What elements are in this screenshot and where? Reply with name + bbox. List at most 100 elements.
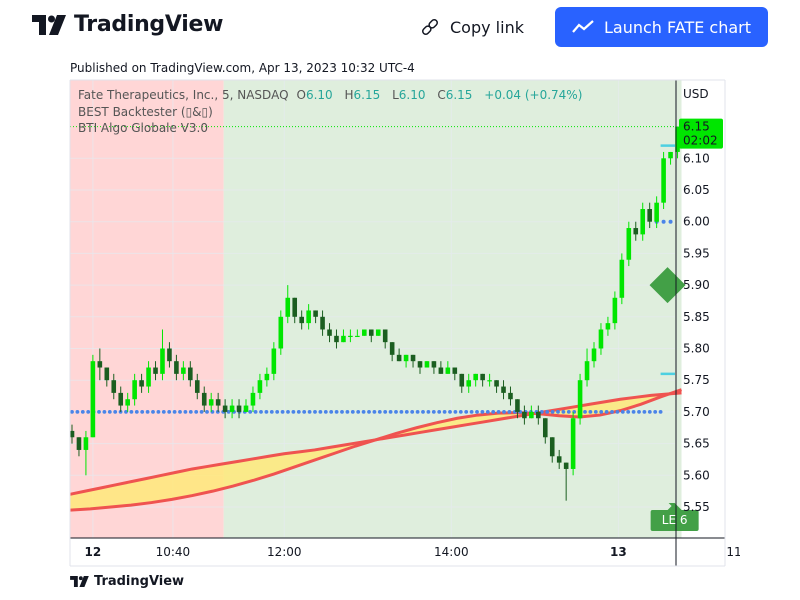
candle-down — [431, 361, 437, 368]
last-price-value: 6.15 — [683, 120, 710, 134]
stop-level-dot — [626, 410, 631, 414]
stop-level-dot — [561, 410, 566, 414]
stop-level-dot — [448, 410, 452, 414]
candle-down — [299, 316, 304, 324]
launch-chart-button[interactable]: Launch FATE chart — [555, 7, 768, 47]
stop-level-dot — [161, 410, 166, 414]
stop-level-dot — [102, 410, 107, 414]
legend-indicator-2: BTI Algo Globale V3.0 — [78, 121, 208, 135]
stop-level-dot — [80, 410, 85, 414]
legend-open: 6.10 — [306, 88, 333, 102]
candle-down — [201, 392, 207, 406]
stop-level-dot — [426, 410, 431, 414]
stop-level-dot — [361, 410, 366, 414]
candle-up — [375, 329, 381, 336]
legend-o-label: O — [297, 88, 306, 102]
footer-logo[interactable]: TradingView — [70, 574, 184, 589]
stop-level-dot — [248, 410, 253, 414]
stop-level-dot — [415, 410, 420, 414]
stop-level-dot — [615, 410, 620, 414]
candle-down — [633, 228, 639, 235]
stop-level-dot — [458, 410, 463, 414]
last-price-countdown: 02:02 — [683, 134, 718, 148]
chart[interactable]: LE 6 USD 5.55 5.60 5.65 5.70 5.75 5.80 5.85 5.90… — [60, 54, 740, 600]
candle-up — [591, 348, 597, 362]
candle-up — [90, 361, 96, 438]
stop-level-dot — [323, 410, 328, 414]
stop-level-dot — [593, 410, 598, 414]
stop-level-dot — [410, 410, 415, 414]
candle-down — [139, 380, 144, 387]
candle-down — [556, 456, 562, 463]
candle-up — [355, 335, 360, 338]
stop-level-dot — [296, 410, 301, 414]
candle-up — [264, 373, 270, 381]
stop-level-dot — [604, 410, 609, 414]
stop-level-dot — [113, 410, 118, 414]
candle-down — [417, 361, 423, 368]
stop-level-dot — [194, 410, 199, 414]
stop-level-dot — [145, 410, 150, 414]
candle-down — [111, 380, 117, 393]
stop-level-dot — [275, 410, 280, 414]
stop-level-dot — [453, 410, 458, 414]
target-dot — [668, 219, 673, 224]
candle-down — [382, 329, 388, 343]
candle-up — [160, 348, 165, 374]
candle-up — [181, 367, 186, 374]
stop-level-dot — [610, 410, 614, 414]
stop-level-dot — [588, 410, 593, 414]
stop-level-dot — [399, 410, 404, 414]
stop-level-dot — [394, 410, 398, 414]
top-bar: TradingView Copy link Launch FATE chart — [0, 0, 800, 54]
candle-down — [167, 348, 172, 362]
candle-up — [243, 405, 249, 412]
stop-level-dot — [318, 410, 323, 414]
candle-down — [522, 411, 527, 419]
x-tick-label: 12 — [85, 545, 102, 559]
candle-down — [104, 367, 110, 381]
stop-level-dot — [491, 410, 496, 414]
stop-level-dot — [496, 410, 501, 414]
stop-level-dot — [280, 410, 285, 414]
candle-down — [313, 310, 318, 317]
y-tick-label: 5.85 — [683, 310, 710, 324]
stop-level-dot — [583, 410, 587, 414]
stop-level-dot — [658, 410, 663, 414]
stop-level-dot — [205, 410, 209, 414]
y-tick-label: 5.65 — [683, 437, 710, 451]
link-icon — [422, 19, 438, 35]
candle-down — [494, 380, 499, 387]
tradingview-logo[interactable]: TradingView — [32, 12, 223, 37]
stop-level-dot — [421, 410, 425, 414]
stop-level-dot — [377, 410, 382, 414]
stop-level-dot — [307, 410, 312, 414]
candle-up — [445, 367, 451, 374]
stop-level-dot — [502, 410, 506, 414]
y-tick-label: 5.90 — [683, 278, 710, 292]
stop-level-dot — [134, 410, 139, 414]
stop-level-dot — [469, 410, 474, 414]
candle-up — [584, 361, 590, 381]
copy-link-button[interactable]: Copy link — [420, 14, 524, 40]
legend-indicator-1: BEST Backtester (▯&▯) — [78, 105, 213, 119]
candle-up — [362, 329, 367, 336]
candle-up — [570, 418, 576, 469]
stop-level-dot — [431, 410, 436, 414]
legend-low: 6.10 — [399, 88, 426, 102]
candle-up — [208, 399, 214, 406]
signal-label: LE 6 — [662, 513, 688, 527]
candle-up — [132, 380, 137, 400]
stop-level-dot — [75, 410, 80, 414]
candle-up — [306, 310, 311, 324]
candle-up — [612, 297, 618, 324]
stop-level-dot — [550, 410, 555, 414]
candle-up — [661, 158, 666, 203]
candle-down — [549, 437, 555, 457]
candle-up — [577, 380, 583, 419]
legend-c-label: C — [437, 88, 445, 102]
candle-down — [153, 367, 158, 374]
candle-down — [222, 405, 228, 412]
stop-level-dot — [653, 410, 658, 414]
candle-down — [508, 392, 513, 400]
